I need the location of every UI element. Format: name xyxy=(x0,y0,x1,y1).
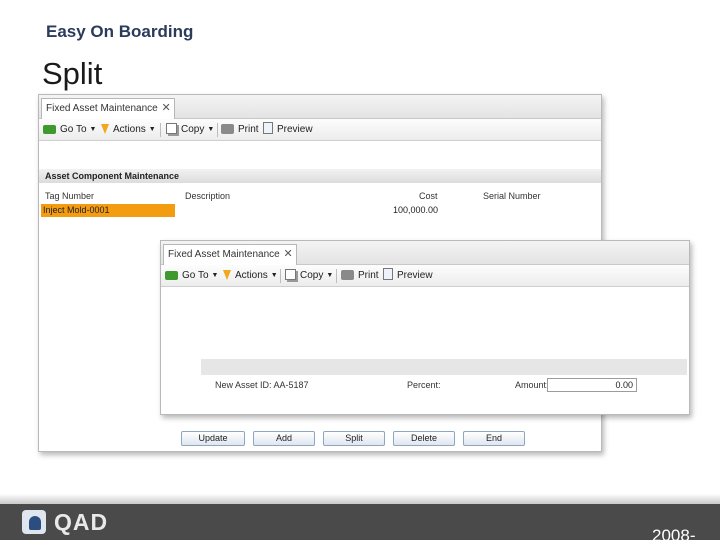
footer-divider xyxy=(0,494,720,504)
close-icon[interactable]: ✕ xyxy=(284,245,293,264)
actions-button[interactable]: Actions ▼ xyxy=(223,265,278,287)
tab-strip: Fixed Asset Maintenance ✕ xyxy=(39,95,601,119)
column-header-tag-number: Tag Number xyxy=(45,191,95,201)
actions-label: Actions xyxy=(113,124,146,135)
caret-down-icon: ▼ xyxy=(89,126,97,133)
tab-fixed-asset-maintenance[interactable]: Fixed Asset Maintenance ✕ xyxy=(41,98,175,119)
copy-icon xyxy=(285,269,296,280)
form-band xyxy=(201,359,687,375)
amount-field[interactable] xyxy=(547,378,637,392)
preview-icon xyxy=(383,268,393,280)
caret-down-icon: ▼ xyxy=(207,126,215,133)
tab-fixed-asset-maintenance[interactable]: Fixed Asset Maintenance ✕ xyxy=(163,244,297,265)
end-button[interactable]: End xyxy=(463,431,525,446)
column-header-cost: Cost xyxy=(419,191,438,201)
add-button[interactable]: Add xyxy=(253,431,315,446)
column-header-description: Description xyxy=(185,191,231,201)
toolbar-divider xyxy=(336,269,337,283)
new-asset-id-label: New Asset ID: AA-5187 xyxy=(215,380,309,390)
tab-label: Fixed Asset Maintenance xyxy=(46,103,158,114)
preview-label: Preview xyxy=(397,270,433,281)
print-label: Print xyxy=(358,270,379,281)
section-title: Asset Component Maintenance xyxy=(39,169,601,183)
cell-tag-number: Inject Mold-0001 xyxy=(43,205,110,215)
go-to-icon xyxy=(43,125,56,134)
copy-label: Copy xyxy=(181,124,205,135)
print-icon xyxy=(341,270,354,280)
qad-logo-icon xyxy=(22,510,46,534)
print-button[interactable]: Print xyxy=(341,265,379,287)
copy-label: Copy xyxy=(300,270,324,281)
toolbar: Go To ▼ Actions ▼ Copy ▼ Print Preview xyxy=(161,265,689,287)
front-window: Fixed Asset Maintenance ✕ Go To ▼ Actions… xyxy=(160,240,690,415)
toolbar-divider xyxy=(160,123,161,137)
print-button[interactable]: Print xyxy=(221,119,259,141)
update-button[interactable]: Update xyxy=(181,431,245,446)
slide-header: Easy On Boarding xyxy=(46,22,194,41)
toolbar-divider xyxy=(217,123,218,137)
go-to-button[interactable]: Go To ▼ xyxy=(43,119,96,141)
print-label: Print xyxy=(238,124,259,135)
go-to-icon xyxy=(165,271,178,280)
cell-cost: 100,000.00 xyxy=(393,205,439,215)
close-icon[interactable]: ✕ xyxy=(162,99,171,118)
split-button[interactable]: Split xyxy=(323,431,385,446)
tab-label: Fixed Asset Maintenance xyxy=(168,249,280,260)
caret-down-icon: ▼ xyxy=(326,272,334,279)
actions-button[interactable]: Actions ▼ xyxy=(101,119,156,141)
toolbar: Go To ▼ Actions ▼ Copy ▼ Print Preview xyxy=(39,119,601,141)
preview-button[interactable]: Preview xyxy=(263,119,313,141)
go-to-button[interactable]: Go To ▼ xyxy=(165,265,218,287)
actions-label: Actions xyxy=(235,270,268,281)
footer-year: 2008- xyxy=(652,526,696,540)
qad-logo-text: QAD xyxy=(54,509,109,535)
caret-down-icon: ▼ xyxy=(148,126,156,133)
copy-button[interactable]: Copy ▼ xyxy=(166,119,214,141)
preview-icon xyxy=(263,122,273,134)
preview-label: Preview xyxy=(277,124,313,135)
actions-icon xyxy=(223,270,231,280)
print-icon xyxy=(221,124,234,134)
caret-down-icon: ▼ xyxy=(270,272,278,279)
slide-title: Split xyxy=(42,56,103,91)
amount-label: Amount: xyxy=(515,380,549,390)
toolbar-divider xyxy=(280,269,281,283)
actions-icon xyxy=(101,124,109,134)
delete-button[interactable]: Delete xyxy=(393,431,455,446)
column-header-serial-number: Serial Number xyxy=(483,191,541,201)
copy-button[interactable]: Copy ▼ xyxy=(285,265,333,287)
caret-down-icon: ▼ xyxy=(211,272,219,279)
go-to-label: Go To xyxy=(182,270,209,281)
go-to-label: Go To xyxy=(60,124,87,135)
preview-button[interactable]: Preview xyxy=(383,265,433,287)
tab-strip: Fixed Asset Maintenance ✕ xyxy=(161,241,689,265)
copy-icon xyxy=(166,123,177,134)
percent-label: Percent: xyxy=(407,380,441,390)
